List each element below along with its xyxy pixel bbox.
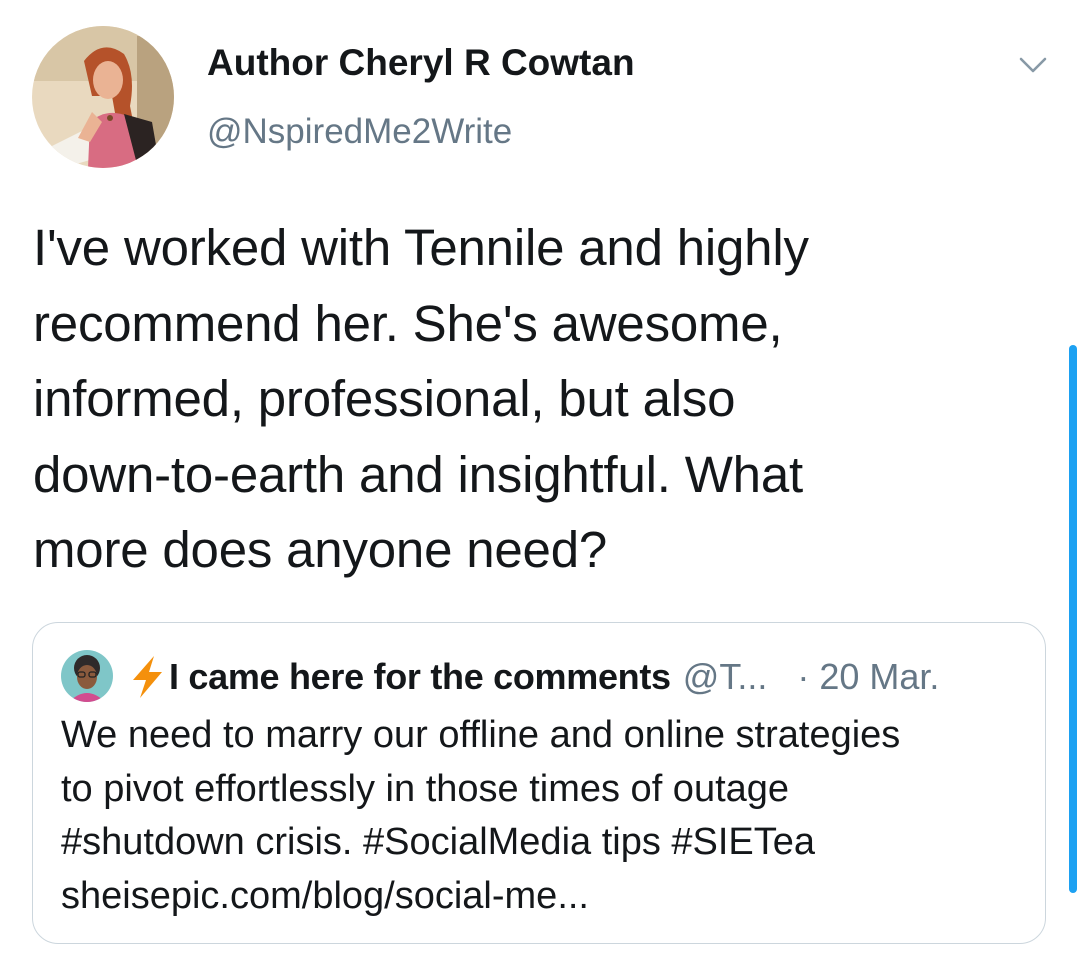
quoted-handle: @T... — [682, 656, 768, 697]
author-avatar[interactable] — [32, 26, 174, 168]
tweet-text: I've worked with Tennile and highly reco… — [33, 219, 809, 578]
profile-photo — [61, 650, 113, 702]
lightning-bolt-icon — [133, 656, 162, 698]
quoted-tweet-text: We need to marry our offline and online … — [61, 714, 901, 917]
chevron-down-icon[interactable] — [1013, 50, 1053, 82]
quoted-display-name[interactable]: I came here for the comments — [169, 656, 671, 698]
separator-dot: · — [797, 656, 810, 697]
quoted-author-avatar[interactable] — [61, 650, 113, 702]
quoted-tweet-card[interactable]: I came here for the comments @T... · 20 … — [32, 622, 1046, 944]
author-display-name[interactable]: Author Cheryl R Cowtan — [207, 42, 635, 84]
profile-photo — [32, 26, 174, 168]
scrollbar[interactable] — [1069, 345, 1077, 893]
quoted-date[interactable]: 20 Mar. — [819, 656, 939, 698]
author-handle: @NspiredMe2Write — [207, 112, 513, 151]
quoted-tweet-header: I came here for the comments @T... · 20 … — [127, 653, 939, 701]
